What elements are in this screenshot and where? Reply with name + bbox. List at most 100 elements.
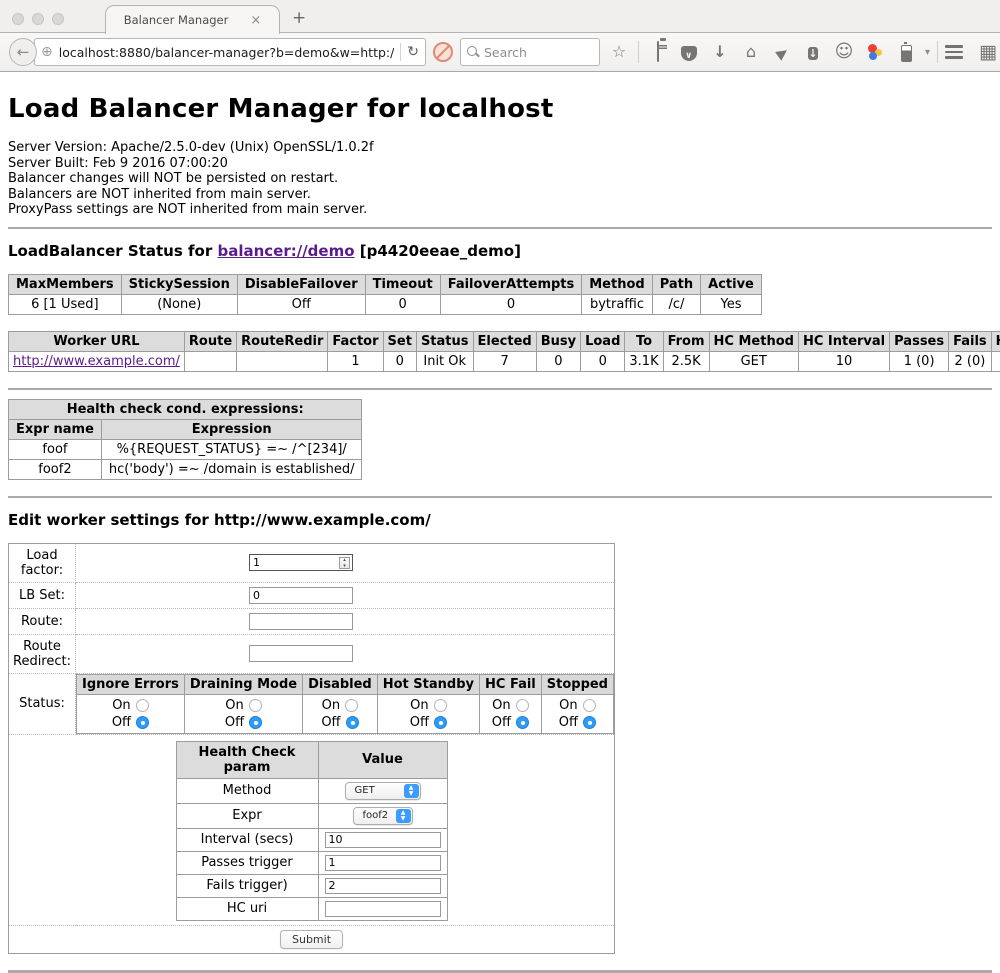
table-header-row: Expr name Expression (9, 419, 362, 439)
battery-icon[interactable] (894, 43, 918, 62)
hc-value-cell (318, 897, 447, 920)
radio-on[interactable] (434, 699, 447, 712)
minimize-window-button[interactable] (32, 13, 44, 25)
field-label: Route: (9, 608, 76, 634)
back-button[interactable]: ← (9, 38, 37, 66)
data-cell: 3.1K (625, 351, 663, 371)
edit-worker-form: Load factor: ▴▾ LB Set: Route: Route Red… (8, 543, 615, 954)
fails-input[interactable] (325, 878, 441, 894)
balancer-link[interactable]: balancer://demo (217, 242, 354, 260)
radio-off[interactable] (583, 716, 596, 729)
home-icon[interactable]: ⌂ (739, 42, 763, 62)
new-tab-button[interactable]: + (292, 8, 306, 28)
table-header-row: Ignore Errors Draining Mode Disabled Hot… (77, 674, 614, 694)
menu-icon[interactable] (945, 45, 969, 59)
status-radio-cell-ignore-errors: On Off (77, 694, 185, 733)
radio-label: Off (112, 714, 131, 731)
divider (8, 496, 992, 498)
page-title: Load Balancer Manager for localhost (8, 94, 992, 124)
load-factor-input[interactable] (249, 554, 353, 571)
pocket-icon[interactable] (677, 44, 701, 61)
route-input[interactable] (249, 613, 353, 630)
header-cell: StickySession (121, 274, 237, 294)
hc-uri-input[interactable] (325, 901, 441, 917)
header-cell: Busy (536, 331, 580, 351)
table-row: 6 [1 Used] (None) Off 0 0 bytraffic /c/ … (9, 294, 762, 314)
radio-label: Off (410, 714, 429, 731)
route-redirect-input[interactable] (249, 645, 353, 662)
radio-on[interactable] (136, 699, 149, 712)
bookmark-star-icon[interactable]: ☆ (607, 42, 631, 62)
select-stepper-icon: ▲▼ (404, 784, 419, 798)
radio-label: Off (225, 714, 244, 731)
radio-row: On Off On Off On Off (77, 694, 614, 733)
form-row-load-factor: Load factor: ▴▾ (9, 543, 615, 582)
header-cell: Path (652, 274, 700, 294)
hc-param-label: HC uri (176, 897, 318, 920)
adblock-icon[interactable] (433, 42, 453, 62)
radio-on[interactable] (583, 699, 596, 712)
search-input[interactable] (484, 45, 593, 60)
radio-off[interactable] (249, 716, 262, 729)
radio-on[interactable] (249, 699, 262, 712)
submit-button[interactable]: Submit (280, 930, 343, 949)
url-bar[interactable]: ⊕ ↻ (34, 38, 426, 66)
passes-input[interactable] (325, 855, 441, 871)
status-radio-cell-draining-mode: On Off (184, 694, 302, 733)
search-icon (467, 46, 479, 58)
hc-row-expr: Expr foof2▲▼ (176, 803, 447, 828)
expr-select[interactable]: foof2 ▲▼ (353, 807, 413, 825)
info-line: Server Version: Apache/2.5.0-dev (Unix) … (8, 140, 992, 156)
data-cell (991, 351, 1000, 371)
reading-list-icon[interactable] (646, 42, 670, 62)
data-cell: 1 (328, 351, 383, 371)
radio-on[interactable] (516, 699, 529, 712)
header-cell: HC uri (991, 331, 1000, 351)
header-cell: Expression (101, 419, 362, 439)
data-cell: Init Ok (416, 351, 473, 371)
save-to-device-icon[interactable]: ↓ (801, 42, 825, 62)
radio-off[interactable] (434, 716, 447, 729)
radio-off[interactable] (346, 716, 359, 729)
header-cell: Passes (890, 331, 949, 351)
close-window-button[interactable] (12, 13, 24, 25)
field-label: Route Redirect: (9, 634, 76, 673)
search-bar[interactable] (460, 38, 600, 66)
worker-url-link[interactable]: http://www.example.com/ (13, 354, 180, 369)
downloads-icon[interactable]: ↓ (708, 42, 732, 62)
tab-close-icon[interactable]: × (250, 14, 261, 27)
balancer-heading-prefix: LoadBalancer Status for (8, 242, 217, 260)
radio-label: Off (492, 714, 511, 731)
form-row-health-check: Health Check param Value Method GET▲▼ Ex (9, 734, 615, 925)
radio-off[interactable] (516, 716, 529, 729)
zoom-window-button[interactable] (52, 13, 64, 25)
smiley-icon[interactable]: ☺ (832, 42, 856, 62)
data-cell: 0 (581, 351, 625, 371)
select-stepper-icon: ▲▼ (396, 809, 411, 823)
hc-value-cell (318, 851, 447, 874)
lb-set-input[interactable] (249, 587, 353, 604)
hc-value-cell (318, 828, 447, 851)
method-select[interactable]: GET▲▼ (345, 782, 421, 800)
interval-input[interactable] (325, 832, 441, 848)
overflow-caret-icon[interactable]: ▾ (925, 47, 930, 58)
url-input[interactable] (59, 45, 395, 60)
hc-param-label: Passes trigger (176, 851, 318, 874)
hc-value-cell (318, 874, 447, 897)
header-cell: Worker URL (9, 331, 185, 351)
send-icon[interactable]: ▶ (770, 42, 794, 63)
tab-groups-icon[interactable]: ▦ (976, 42, 1000, 62)
tab-balancer-manager[interactable]: Balancer Manager × (105, 5, 280, 34)
status-cell: Ignore Errors Draining Mode Disabled Hot… (76, 673, 615, 734)
divider (8, 227, 992, 229)
colored-dots-icon[interactable] (863, 43, 887, 61)
selected-option: foof2 (363, 810, 390, 821)
hc-row-method: Method GET▲▼ (176, 778, 447, 803)
radio-on[interactable] (345, 699, 358, 712)
form-row-route: Route: (9, 608, 615, 634)
number-spinner-icon[interactable]: ▴▾ (339, 557, 350, 569)
table-header-row: Health Check param Value (176, 741, 447, 778)
table-header-row: Worker URL Route RouteRedir Factor Set S… (9, 331, 1000, 351)
reload-icon[interactable]: ↻ (407, 44, 419, 60)
radio-off[interactable] (136, 716, 149, 729)
